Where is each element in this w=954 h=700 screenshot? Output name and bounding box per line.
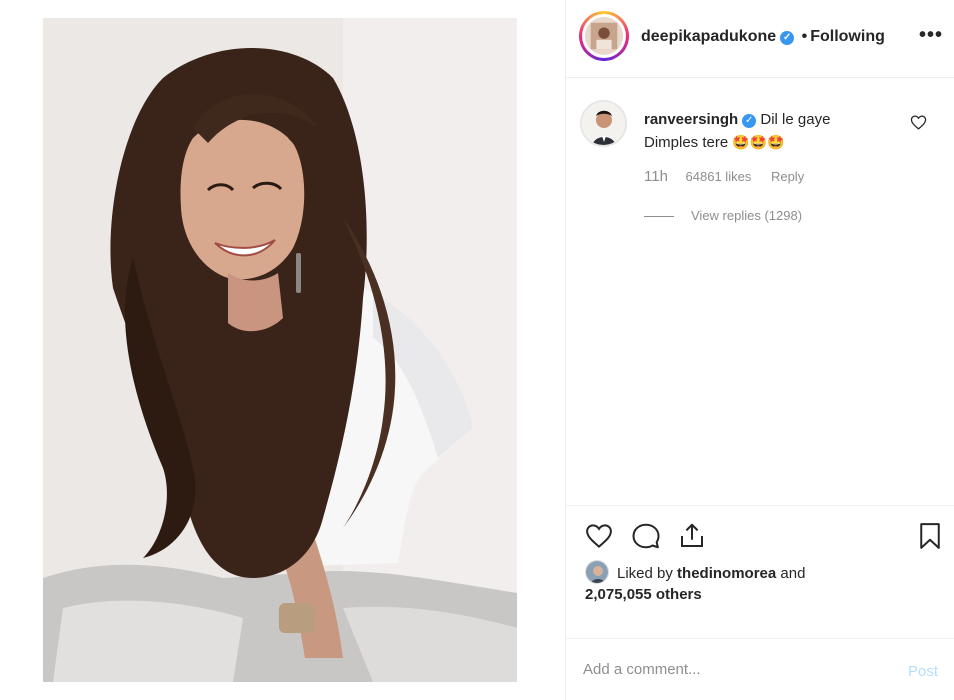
comment-icon[interactable] (631, 521, 661, 551)
post-header: deepikapadukone ✓ • Following ••• (566, 0, 954, 78)
verified-icon: ✓ (742, 114, 757, 128)
view-replies-label[interactable]: View replies (1298) (691, 208, 802, 223)
comment-input[interactable] (583, 661, 883, 678)
owner-avatar-image (585, 17, 623, 55)
verified-icon: ✓ (780, 31, 795, 45)
comment-time: 11h (644, 168, 668, 185)
post-photo-illustration (43, 18, 517, 682)
post-photo[interactable] (43, 18, 517, 682)
comment-line-2: Dimples tere (644, 134, 729, 151)
liker-avatar-image (586, 561, 608, 583)
owner-username[interactable]: deepikapadukone (641, 28, 776, 45)
liked-by-user[interactable]: thedinomorea (677, 565, 776, 582)
comment-like-heart-icon[interactable] (910, 114, 927, 131)
liker-avatar[interactable] (585, 560, 609, 584)
comment-likes[interactable]: 64861 likes (686, 169, 752, 184)
share-icon[interactable] (677, 521, 707, 551)
comment-text: ranveersingh ✓ Dil le gaye Dimples tere 🤩… (644, 109, 904, 154)
emoji-star-eyes: 🤩🤩🤩 (732, 134, 785, 150)
more-options-icon[interactable]: ••• (919, 24, 943, 47)
post-actions: Liked by thedinomorea and 2,075,055 othe… (566, 505, 954, 638)
post-button[interactable]: Post (908, 663, 938, 680)
reply-button[interactable]: Reply (771, 169, 804, 184)
separator: • (801, 28, 808, 45)
commenter-avatar[interactable] (580, 100, 627, 147)
following-button[interactable]: Following (810, 28, 885, 45)
post-sidebar: deepikapadukone ✓ • Following ••• ranveers… (565, 0, 954, 700)
commenter-avatar-image (582, 102, 625, 145)
liked-by-and: and (780, 565, 806, 582)
add-comment-bar: Post (566, 638, 954, 700)
commenter-username[interactable]: ranveersingh (644, 111, 738, 128)
view-replies[interactable]: View replies (1298) (644, 208, 802, 223)
comment-meta: 11h 64861 likes Reply (644, 168, 804, 185)
bookmark-icon[interactable] (915, 521, 945, 551)
liked-by-others[interactable]: 2,075,055 others (585, 586, 702, 603)
comment-line-1: Dil le gaye (760, 111, 831, 128)
replies-divider (644, 216, 674, 218)
liked-by-summary: Liked by thedinomorea and 2,075,055 othe… (585, 560, 805, 605)
post-owner-line: deepikapadukone ✓ • Following (641, 28, 885, 46)
heart-icon[interactable] (584, 521, 614, 551)
liked-by-prefix: Liked by (617, 565, 673, 582)
owner-avatar[interactable] (579, 11, 629, 61)
